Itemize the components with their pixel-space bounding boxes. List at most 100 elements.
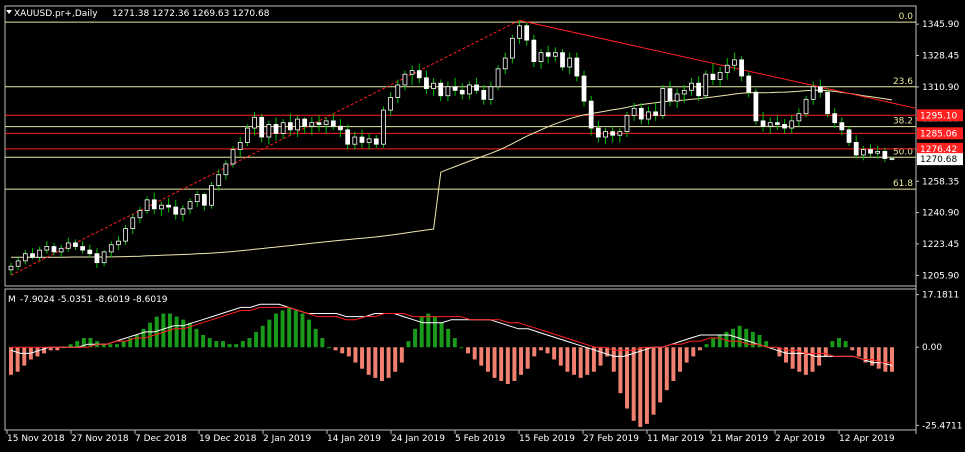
time-tick-label: 24 Jan 2019: [391, 434, 445, 444]
time-tick-label: 11 Mar 2019: [647, 434, 704, 444]
candle-body: [502, 57, 508, 70]
histogram-bar: [717, 334, 722, 348]
histogram-bar: [466, 347, 471, 354]
histogram-bar: [830, 341, 835, 348]
candle-body: [853, 142, 859, 156]
histogram-bar: [731, 328, 736, 348]
price-tick-label: 1345.90: [922, 20, 959, 30]
histogram-bar: [578, 347, 583, 378]
candle-body: [223, 163, 229, 176]
candle-body: [760, 120, 766, 127]
candle-body: [746, 75, 752, 93]
histogram-bar: [108, 344, 113, 348]
histogram-bar: [386, 347, 391, 378]
candle-body: [531, 39, 537, 63]
histogram-bar: [638, 347, 643, 427]
candle-body: [259, 116, 265, 138]
candle-body: [58, 247, 64, 253]
candle-body: [309, 122, 315, 127]
histogram-bar: [890, 347, 894, 372]
chevron-down-icon[interactable]: [6, 10, 12, 14]
osc-tick-label: 17.1811: [922, 291, 959, 301]
histogram-bar: [492, 347, 497, 378]
candle-body: [545, 52, 551, 57]
candle-body: [732, 59, 737, 66]
osc-tick-label: -25.4711: [922, 421, 962, 431]
histogram-bar: [181, 319, 186, 348]
candle-body: [603, 131, 608, 138]
histogram-bar: [399, 347, 404, 363]
candle-body: [65, 242, 71, 249]
candle-body: [144, 199, 150, 212]
candle-body: [610, 131, 616, 136]
histogram-bar: [618, 347, 623, 394]
candle-body: [8, 265, 14, 271]
histogram-bar: [651, 347, 656, 415]
candle-body: [810, 86, 816, 100]
candle-body: [595, 127, 601, 138]
time-tick-label: 19 Dec 2018: [199, 434, 257, 444]
histogram-bar: [9, 347, 13, 375]
candle-body: [882, 150, 888, 159]
time-tick-label: 27 Feb 2019: [583, 434, 639, 444]
candle-body: [689, 82, 694, 91]
candle-body: [889, 158, 895, 160]
histogram-bar: [658, 347, 663, 403]
price-tick-label: 1310.90: [922, 83, 959, 93]
histogram-bar: [293, 310, 298, 348]
candle-body: [681, 89, 687, 95]
candle-body: [624, 115, 630, 133]
candle-body: [467, 84, 472, 95]
candle-body: [452, 86, 458, 91]
candle-body: [395, 84, 401, 98]
price-tick-label: 1223.45: [922, 240, 959, 250]
osc-tick-label: 0.00: [922, 343, 942, 353]
histogram-bar: [254, 331, 259, 348]
price-tick-label: 1240.90: [922, 209, 959, 219]
candle-body: [667, 88, 673, 102]
histogram-bar: [810, 347, 815, 372]
candle-body: [753, 91, 759, 122]
histogram-bar: [426, 313, 431, 348]
candle-body: [273, 124, 279, 134]
candle-body: [775, 122, 780, 125]
candle-body: [266, 124, 272, 138]
current-price-label: 1270.68: [920, 155, 957, 165]
histogram-bar: [552, 347, 557, 360]
histogram-bar: [234, 344, 239, 348]
candle-body: [574, 57, 580, 77]
candle-body: [51, 246, 57, 253]
candle-body: [194, 194, 200, 203]
candle-body: [839, 122, 845, 131]
candle-body: [717, 72, 723, 80]
candle-body: [302, 118, 308, 127]
time-tick-label: 2 Jan 2019: [263, 434, 311, 444]
candle-body: [617, 131, 623, 136]
histogram-bar: [538, 347, 543, 351]
candle-body: [481, 89, 487, 100]
candle-body: [37, 249, 43, 258]
histogram-bar: [413, 328, 418, 348]
candle-body: [159, 204, 164, 210]
candle-body: [510, 37, 515, 59]
candle-body: [323, 120, 329, 125]
histogram-bar: [360, 347, 365, 369]
histogram-bar: [148, 322, 153, 348]
price-pane-border: [4, 5, 917, 287]
candle-body: [216, 174, 222, 186]
candle-body: [237, 142, 243, 150]
candle-body: [15, 260, 21, 267]
histogram-bar: [803, 347, 808, 375]
symbol-label: XAUUSD.pr+,Daily: [14, 9, 98, 19]
candle-body: [409, 70, 415, 75]
candle-body: [101, 251, 107, 264]
histogram-bar: [333, 347, 338, 351]
candle-body: [789, 120, 795, 129]
histogram-bar: [485, 347, 490, 372]
histogram-bar: [247, 338, 252, 348]
level-price-label: 1285.06: [920, 129, 957, 139]
candle-body: [782, 124, 787, 129]
candle-body: [724, 64, 730, 73]
time-tick-label: 12 Apr 2019: [839, 434, 895, 444]
time-tick-label: 15 Feb 2019: [519, 434, 575, 444]
